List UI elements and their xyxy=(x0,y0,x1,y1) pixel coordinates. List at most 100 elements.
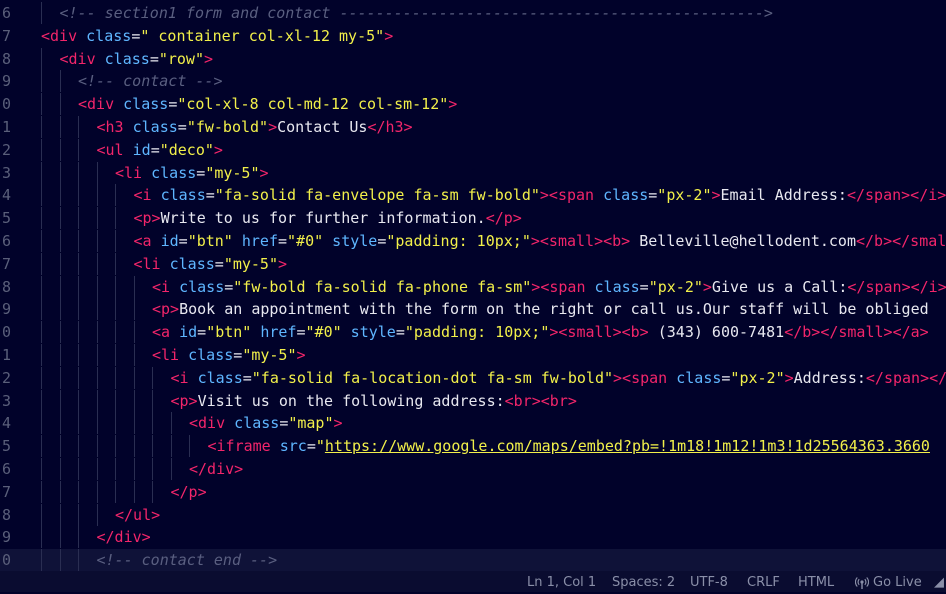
code-line[interactable]: 3<p>Visit us on the following address:<b… xyxy=(0,390,946,412)
code-line[interactable]: 0<div class="col-xl-8 col-md-12 col-sm-1… xyxy=(0,93,946,115)
notifications-icon[interactable]: ◢ xyxy=(934,571,944,594)
code-line[interactable]: 4<div class="map"> xyxy=(0,412,946,434)
code-token-tag: </span> xyxy=(847,186,910,204)
code-line[interactable]: 3 <li class="my-5"> xyxy=(0,162,946,184)
code-content[interactable]: <p>Visit us on the following address:<br… xyxy=(171,390,577,412)
code-content[interactable]: <li class="my-5"> xyxy=(115,162,269,184)
code-content[interactable]: <ul id="deco"> xyxy=(97,139,223,161)
code-token-str: "fa-solid fa-envelope fa-sm fw-bold" xyxy=(215,186,540,204)
code-content[interactable]: <a id="btn" href="#0" style="padding: 10… xyxy=(134,230,946,252)
indent-guide xyxy=(78,139,79,161)
code-content[interactable]: <div class="col-xl-8 col-md-12 col-sm-12… xyxy=(78,93,457,115)
code-line[interactable]: 8</ul> xyxy=(0,504,946,526)
code-line[interactable]: 8<i class="fw-bold fa-solid fa-phone fa-… xyxy=(0,276,946,298)
code-token-tag: </h3> xyxy=(367,118,412,136)
code-line[interactable]: 8 <div class="row"> xyxy=(0,48,946,70)
line-number: 0 xyxy=(0,549,16,571)
indent-guide xyxy=(60,481,61,503)
indent-guide xyxy=(78,367,79,389)
indent-guide xyxy=(41,549,42,571)
code-content[interactable]: </div> xyxy=(189,458,243,480)
code-line[interactable]: 7<li class="my-5"> xyxy=(0,253,946,275)
code-line[interactable]: 7<div class=" container col-xl-12 my-5"> xyxy=(0,25,946,47)
code-line[interactable]: 2<ul id="deco"> xyxy=(0,139,946,161)
code-token-tag: </div> xyxy=(189,460,243,478)
code-token-punct: = xyxy=(224,278,233,296)
indent-guide xyxy=(78,184,79,206)
code-line[interactable]: 5<iframe src="https://www.google.com/map… xyxy=(0,435,946,457)
code-line[interactable]: 2<i class="fa-solid fa-location-dot fa-s… xyxy=(0,367,946,389)
code-line[interactable]: 0 <!-- contact end --> xyxy=(0,549,946,571)
code-content[interactable]: <a id="btn" href="#0" style="padding: 10… xyxy=(152,321,929,343)
code-content[interactable]: </p> xyxy=(171,481,207,503)
code-content[interactable]: <li class="my-5"> xyxy=(134,253,288,275)
indent-guide xyxy=(60,184,61,206)
code-content[interactable]: <iframe src="https://www.google.com/maps… xyxy=(208,435,930,457)
indent-guide xyxy=(78,230,79,252)
code-line[interactable]: 6</div> xyxy=(0,458,946,480)
code-editor[interactable]: 6<!-- section1 form and contact --------… xyxy=(0,0,946,571)
indent-guide xyxy=(60,549,61,571)
indent-guide xyxy=(97,162,98,184)
code-content[interactable]: <i class="fa-solid fa-location-dot fa-sm… xyxy=(171,367,946,389)
indent-guide xyxy=(78,321,79,343)
line-number: 8 xyxy=(0,48,16,70)
code-line[interactable]: 7</p> xyxy=(0,481,946,503)
code-line[interactable]: 9<p>Book an appointment with the form on… xyxy=(0,298,946,320)
code-content[interactable]: <i class="fa-solid fa-envelope fa-sm fw-… xyxy=(134,184,946,206)
code-token-punct: = xyxy=(150,50,159,68)
code-token-punct: = xyxy=(297,323,306,341)
code-token-str: "my-5" xyxy=(224,255,278,273)
encoding-setting[interactable]: UTF-8 xyxy=(690,571,728,594)
line-ending-setting[interactable]: CRLF xyxy=(747,571,780,594)
code-line[interactable]: 9<!-- contact --> xyxy=(0,70,946,92)
code-content[interactable]: <li class="my-5"> xyxy=(152,344,306,366)
cursor-position[interactable]: Ln 1, Col 1 xyxy=(527,571,596,594)
indent-guide xyxy=(97,458,98,480)
code-line[interactable]: 9</div> xyxy=(0,526,946,548)
code-content[interactable]: <div class=" container col-xl-12 my-5"> xyxy=(41,25,393,47)
indent-guide xyxy=(78,298,79,320)
code-line[interactable]: 0<a id="btn" href="#0" style="padding: 1… xyxy=(0,321,946,343)
code-token-attr: class xyxy=(594,186,648,204)
code-content[interactable]: <div class="map"> xyxy=(189,412,343,434)
indent-guide xyxy=(97,367,98,389)
code-token-str: "fw-bold" xyxy=(187,118,268,136)
go-live-button[interactable]: Go Live xyxy=(855,571,922,594)
code-token-tag: </p> xyxy=(171,483,207,501)
indentation-setting[interactable]: Spaces: 2 xyxy=(612,571,675,594)
code-line[interactable]: 4<i class="fa-solid fa-envelope fa-sm fw… xyxy=(0,184,946,206)
line-number: 5 xyxy=(0,207,16,229)
code-content[interactable]: <p>Book an appointment with the form on … xyxy=(152,298,929,320)
indent-guide xyxy=(41,162,42,184)
code-content[interactable]: <!-- contact --> xyxy=(78,70,223,92)
code-token-tag: </div> xyxy=(97,528,151,546)
language-mode[interactable]: HTML xyxy=(798,571,834,594)
code-line[interactable]: 1<li class="my-5"> xyxy=(0,344,946,366)
code-token-text: (343) 600-7481 xyxy=(649,323,784,341)
code-line[interactable]: 1<h3 class="fw-bold">Contact Us</h3> xyxy=(0,116,946,138)
code-content[interactable]: </div> xyxy=(97,526,151,548)
code-line[interactable]: 6<!-- section1 form and contact --------… xyxy=(0,2,946,24)
code-token-attr: class xyxy=(667,369,721,387)
code-line[interactable]: 6<a id="btn" href="#0" style="padding: 1… xyxy=(0,230,946,252)
indent-guide xyxy=(60,162,61,184)
indent-guide xyxy=(152,412,153,434)
code-content[interactable]: <p>Write to us for further information.<… xyxy=(134,207,522,229)
code-line[interactable]: 5 <p>Write to us for further information.… xyxy=(0,207,946,229)
code-content[interactable]: <i class="fw-bold fa-solid fa-phone fa-s… xyxy=(152,276,946,298)
code-content[interactable]: </ul> xyxy=(115,504,160,526)
code-token-tag: > xyxy=(334,414,343,432)
code-content[interactable]: <div class="row"> xyxy=(60,48,214,70)
indent-guide xyxy=(97,435,98,457)
indent-guide xyxy=(60,321,61,343)
indent-guide xyxy=(41,116,42,138)
indent-guide xyxy=(115,481,116,503)
indent-guide xyxy=(152,367,153,389)
code-content[interactable]: <!-- contact end --> xyxy=(97,549,278,571)
code-content[interactable]: <!-- section1 form and contact ---------… xyxy=(60,2,773,24)
line-number: 3 xyxy=(0,162,16,184)
code-token-tag: <span xyxy=(540,278,585,296)
code-token-tag: <p> xyxy=(152,300,179,318)
code-content[interactable]: <h3 class="fw-bold">Contact Us</h3> xyxy=(97,116,413,138)
